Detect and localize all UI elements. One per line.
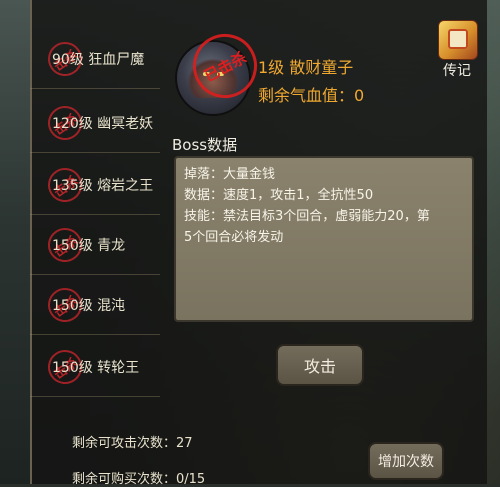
boss-list-item-label: 120级 幽冥老妖 — [52, 116, 154, 132]
stats-info: 数据：速度1，攻击1，全抗性50 — [184, 188, 374, 203]
biography-label: 传记 — [443, 63, 471, 79]
attack-button[interactable]: 攻击 — [276, 344, 364, 386]
boss-list-item-label: 150级 转轮王 — [52, 360, 140, 376]
boss-list-item-label: 150级 青龙 — [52, 238, 126, 254]
boss-list-item[interactable]: 击杀 150级 混沌 — [30, 276, 160, 335]
skill-info: 技能：禁法目标3个回合，虚弱能力20，第 — [184, 209, 430, 224]
boss-list: 击杀 90级 狂血尸魔 击杀 120级 幽冥老妖 击杀 135级 熔岩之王 击杀… — [30, 0, 160, 400]
boss-list-item[interactable]: 击杀 90级 狂血尸魔 — [30, 30, 160, 89]
boss-list-item-label: 135级 熔岩之王 — [52, 178, 154, 194]
boss-hp-text: 剩余气血值：0 — [258, 86, 365, 105]
boss-list-item[interactable]: 击杀 135级 熔岩之王 — [30, 156, 160, 215]
boss-list-item[interactable]: 击杀 150级 转轮王 — [30, 338, 160, 397]
scroll-icon — [438, 20, 478, 60]
remaining-purchases: 剩余可购买次数：0/15 — [72, 472, 206, 487]
boss-data-title: Boss数据 — [172, 136, 238, 154]
remaining-attacks: 剩余可攻击次数：27 — [72, 436, 193, 451]
drop-info: 掉落：大量金钱 — [184, 167, 276, 182]
add-attempts-button[interactable]: 增加次数 — [368, 442, 444, 480]
boss-data-box: 掉落：大量金钱 数据：速度1，攻击1，全抗性50 技能：禁法目标3个回合，虚弱能… — [174, 156, 474, 322]
boss-list-item-label: 150级 混沌 — [52, 298, 126, 314]
biography-button[interactable]: 传记 — [432, 20, 482, 82]
skill-info-cont: 5个回合必将发动 — [184, 230, 284, 245]
boss-list-item-label: 90级 狂血尸魔 — [52, 52, 145, 68]
boss-list-item[interactable]: 击杀 120级 幽冥老妖 — [30, 94, 160, 153]
boss-list-item[interactable]: 击杀 150级 青龙 — [30, 216, 160, 275]
boss-name: 1级 散财童子 — [258, 58, 354, 77]
